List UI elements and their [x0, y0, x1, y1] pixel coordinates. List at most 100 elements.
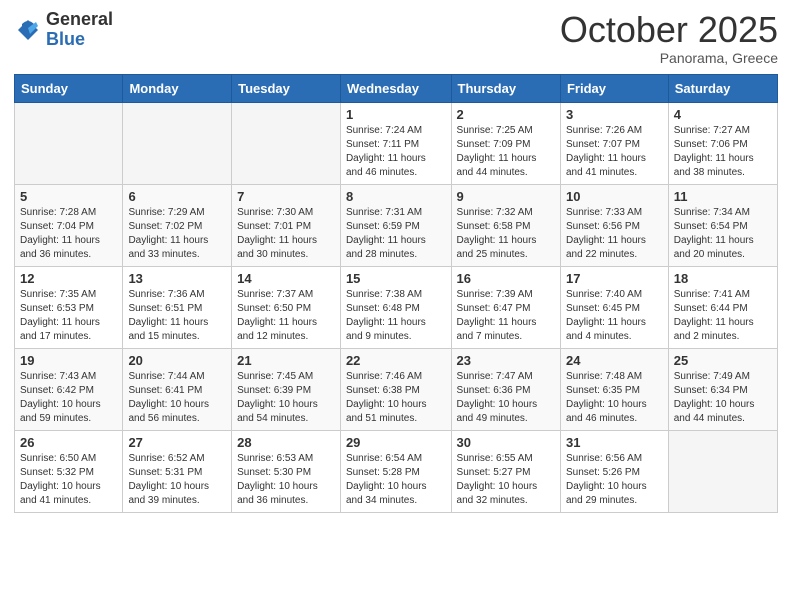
- day-info: Sunrise: 7:27 AM Sunset: 7:06 PM Dayligh…: [674, 124, 772, 180]
- calendar-cell: [668, 430, 777, 512]
- month-title: October 2025: [560, 10, 778, 50]
- subtitle: Panorama, Greece: [560, 50, 778, 66]
- calendar-cell: 14 Sunrise: 7:37 AM Sunset: 6:50 PM Dayli…: [232, 266, 341, 348]
- day-info: Sunrise: 7:43 AM Sunset: 6:42 PM Dayligh…: [20, 370, 117, 426]
- day-info: Sunrise: 6:55 AM Sunset: 5:27 PM Dayligh…: [457, 452, 555, 508]
- day-info: Sunrise: 7:29 AM Sunset: 7:02 PM Dayligh…: [128, 206, 226, 262]
- day-number: 21: [237, 353, 335, 368]
- day-info: Sunrise: 7:33 AM Sunset: 6:56 PM Dayligh…: [566, 206, 663, 262]
- day-info: Sunrise: 7:32 AM Sunset: 6:58 PM Dayligh…: [457, 206, 555, 262]
- calendar-header-wednesday: Wednesday: [340, 74, 451, 102]
- day-number: 18: [674, 271, 772, 286]
- calendar-cell: 3 Sunrise: 7:26 AM Sunset: 7:07 PM Daylig…: [560, 102, 668, 184]
- page: General Blue October 2025 Panorama, Gree…: [0, 0, 792, 612]
- calendar-cell: 19 Sunrise: 7:43 AM Sunset: 6:42 PM Dayli…: [15, 348, 123, 430]
- calendar-week-5: 26 Sunrise: 6:50 AM Sunset: 5:32 PM Dayli…: [15, 430, 778, 512]
- calendar-cell: 15 Sunrise: 7:38 AM Sunset: 6:48 PM Dayli…: [340, 266, 451, 348]
- day-number: 29: [346, 435, 446, 450]
- day-number: 4: [674, 107, 772, 122]
- day-number: 3: [566, 107, 663, 122]
- day-number: 22: [346, 353, 446, 368]
- day-number: 14: [237, 271, 335, 286]
- calendar-week-2: 5 Sunrise: 7:28 AM Sunset: 7:04 PM Daylig…: [15, 184, 778, 266]
- day-info: Sunrise: 7:48 AM Sunset: 6:35 PM Dayligh…: [566, 370, 663, 426]
- day-number: 24: [566, 353, 663, 368]
- calendar-cell: 2 Sunrise: 7:25 AM Sunset: 7:09 PM Daylig…: [451, 102, 560, 184]
- day-number: 23: [457, 353, 555, 368]
- day-number: 2: [457, 107, 555, 122]
- day-number: 30: [457, 435, 555, 450]
- day-number: 10: [566, 189, 663, 204]
- day-info: Sunrise: 7:38 AM Sunset: 6:48 PM Dayligh…: [346, 288, 446, 344]
- logo-text: General Blue: [46, 10, 113, 50]
- calendar-cell: 29Sunrise: 6:54 AM Sunset: 5:28 PM Dayli…: [340, 430, 451, 512]
- logo: General Blue: [14, 10, 113, 50]
- calendar-header-friday: Friday: [560, 74, 668, 102]
- calendar-header-monday: Monday: [123, 74, 232, 102]
- calendar-header-sunday: Sunday: [15, 74, 123, 102]
- day-number: 25: [674, 353, 772, 368]
- calendar-cell: 20Sunrise: 7:44 AM Sunset: 6:41 PM Dayli…: [123, 348, 232, 430]
- day-info: Sunrise: 7:26 AM Sunset: 7:07 PM Dayligh…: [566, 124, 663, 180]
- day-number: 12: [20, 271, 117, 286]
- day-number: 13: [128, 271, 226, 286]
- calendar-cell: 28Sunrise: 6:53 AM Sunset: 5:30 PM Dayli…: [232, 430, 341, 512]
- calendar-cell: 24 Sunrise: 7:48 AM Sunset: 6:35 PM Dayli…: [560, 348, 668, 430]
- calendar-cell: 9Sunrise: 7:32 AM Sunset: 6:58 PM Daylig…: [451, 184, 560, 266]
- day-number: 31: [566, 435, 663, 450]
- calendar-cell: 30 Sunrise: 6:55 AM Sunset: 5:27 PM Dayli…: [451, 430, 560, 512]
- calendar-table: SundayMondayTuesdayWednesdayThursdayFrid…: [14, 74, 778, 513]
- day-number: 19: [20, 353, 117, 368]
- calendar-cell: 18 Sunrise: 7:41 AM Sunset: 6:44 PM Dayli…: [668, 266, 777, 348]
- day-info: Sunrise: 6:53 AM Sunset: 5:30 PM Dayligh…: [237, 452, 335, 508]
- calendar-header-thursday: Thursday: [451, 74, 560, 102]
- calendar-cell: 27 Sunrise: 6:52 AM Sunset: 5:31 PM Dayli…: [123, 430, 232, 512]
- calendar-cell: 17 Sunrise: 7:40 AM Sunset: 6:45 PM Dayli…: [560, 266, 668, 348]
- day-number: 6: [128, 189, 226, 204]
- day-info: Sunrise: 7:31 AM Sunset: 6:59 PM Dayligh…: [346, 206, 446, 262]
- day-number: 17: [566, 271, 663, 286]
- day-info: Sunrise: 7:49 AM Sunset: 6:34 PM Dayligh…: [674, 370, 772, 426]
- calendar-cell: 7Sunrise: 7:30 AM Sunset: 7:01 PM Daylig…: [232, 184, 341, 266]
- day-number: 20: [128, 353, 226, 368]
- day-info: Sunrise: 7:25 AM Sunset: 7:09 PM Dayligh…: [457, 124, 555, 180]
- calendar-week-1: 1 Sunrise: 7:24 AM Sunset: 7:11 PM Daylig…: [15, 102, 778, 184]
- day-info: Sunrise: 7:40 AM Sunset: 6:45 PM Dayligh…: [566, 288, 663, 344]
- day-number: 16: [457, 271, 555, 286]
- day-info: Sunrise: 7:46 AM Sunset: 6:38 PM Dayligh…: [346, 370, 446, 426]
- calendar-cell: 31 Sunrise: 6:56 AM Sunset: 5:26 PM Dayli…: [560, 430, 668, 512]
- day-info: Sunrise: 6:56 AM Sunset: 5:26 PM Dayligh…: [566, 452, 663, 508]
- day-number: 15: [346, 271, 446, 286]
- day-number: 8: [346, 189, 446, 204]
- calendar-cell: 12Sunrise: 7:35 AM Sunset: 6:53 PM Dayli…: [15, 266, 123, 348]
- calendar-cell: 16 Sunrise: 7:39 AM Sunset: 6:47 PM Dayli…: [451, 266, 560, 348]
- calendar-cell: [232, 102, 341, 184]
- title-block: October 2025 Panorama, Greece: [560, 10, 778, 66]
- day-info: Sunrise: 7:28 AM Sunset: 7:04 PM Dayligh…: [20, 206, 117, 262]
- calendar-week-3: 12Sunrise: 7:35 AM Sunset: 6:53 PM Dayli…: [15, 266, 778, 348]
- calendar-cell: 23Sunrise: 7:47 AM Sunset: 6:36 PM Dayli…: [451, 348, 560, 430]
- day-info: Sunrise: 7:34 AM Sunset: 6:54 PM Dayligh…: [674, 206, 772, 262]
- day-number: 5: [20, 189, 117, 204]
- calendar-week-4: 19 Sunrise: 7:43 AM Sunset: 6:42 PM Dayli…: [15, 348, 778, 430]
- day-number: 27: [128, 435, 226, 450]
- day-info: Sunrise: 7:37 AM Sunset: 6:50 PM Dayligh…: [237, 288, 335, 344]
- day-number: 26: [20, 435, 117, 450]
- calendar-cell: 1 Sunrise: 7:24 AM Sunset: 7:11 PM Daylig…: [340, 102, 451, 184]
- day-info: Sunrise: 7:39 AM Sunset: 6:47 PM Dayligh…: [457, 288, 555, 344]
- day-info: Sunrise: 7:36 AM Sunset: 6:51 PM Dayligh…: [128, 288, 226, 344]
- calendar-cell: 11Sunrise: 7:34 AM Sunset: 6:54 PM Dayli…: [668, 184, 777, 266]
- calendar-cell: 22 Sunrise: 7:46 AM Sunset: 6:38 PM Dayli…: [340, 348, 451, 430]
- calendar-cell: 5 Sunrise: 7:28 AM Sunset: 7:04 PM Daylig…: [15, 184, 123, 266]
- calendar-header-saturday: Saturday: [668, 74, 777, 102]
- day-number: 1: [346, 107, 446, 122]
- day-info: Sunrise: 7:45 AM Sunset: 6:39 PM Dayligh…: [237, 370, 335, 426]
- calendar-cell: 26 Sunrise: 6:50 AM Sunset: 5:32 PM Dayli…: [15, 430, 123, 512]
- day-info: Sunrise: 7:24 AM Sunset: 7:11 PM Dayligh…: [346, 124, 446, 180]
- day-info: Sunrise: 6:52 AM Sunset: 5:31 PM Dayligh…: [128, 452, 226, 508]
- day-info: Sunrise: 6:50 AM Sunset: 5:32 PM Dayligh…: [20, 452, 117, 508]
- calendar-cell: 25 Sunrise: 7:49 AM Sunset: 6:34 PM Dayli…: [668, 348, 777, 430]
- day-info: Sunrise: 7:41 AM Sunset: 6:44 PM Dayligh…: [674, 288, 772, 344]
- calendar-cell: 8 Sunrise: 7:31 AM Sunset: 6:59 PM Daylig…: [340, 184, 451, 266]
- calendar-cell: 6 Sunrise: 7:29 AM Sunset: 7:02 PM Daylig…: [123, 184, 232, 266]
